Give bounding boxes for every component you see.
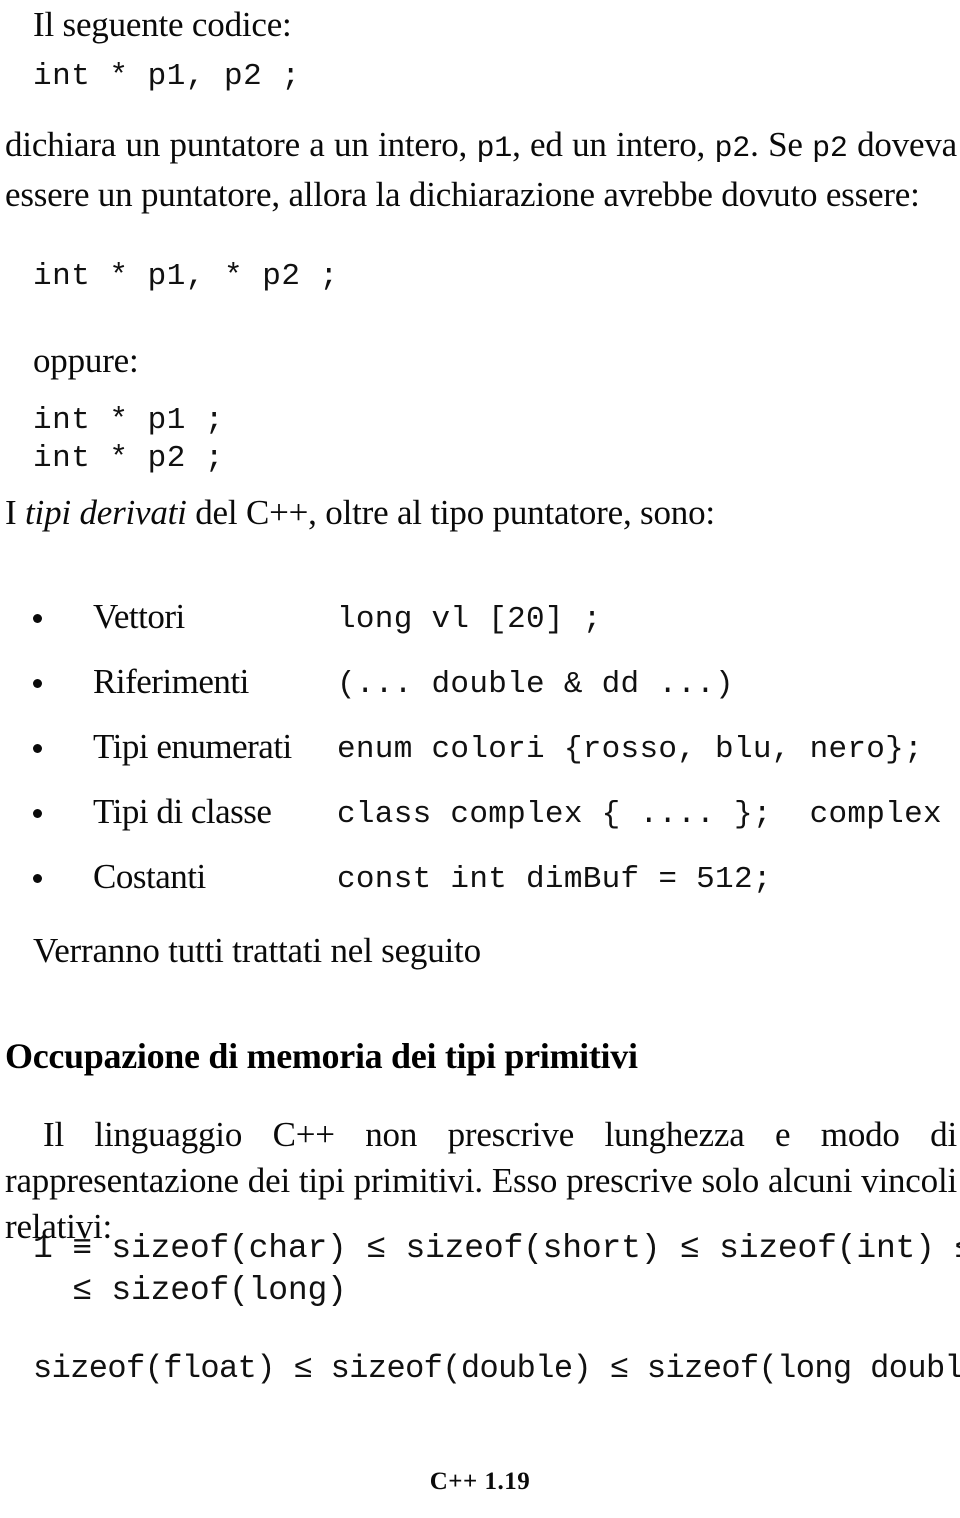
verranno-line: Verranno tutti trattati nel seguito — [33, 931, 481, 970]
list-item-label: Vettori — [93, 597, 185, 636]
list-item-label: Tipi enumerati — [93, 727, 292, 766]
inline-code-p2-b: p2 — [812, 132, 848, 166]
list-item-code: const int dimBuf = 512; — [337, 862, 772, 897]
formula-integral-line-2: ≤ sizeof(long) — [33, 1272, 347, 1309]
list-item: Riferimenti (... double & dd ...) — [0, 662, 960, 728]
formula-integral-sizes: 1 ≡ sizeof(char) ≤ sizeof(short) ≤ sizeo… — [33, 1228, 960, 1312]
derived-types-list: Vettori long vl [20] ; Riferimenti (... … — [0, 597, 960, 923]
bullet-dot-icon — [33, 809, 42, 818]
list-item: Tipi di classe class complex { .... }; c… — [0, 792, 960, 858]
slide-page: Il seguente codice: int * p1, p2 ; dichi… — [0, 0, 960, 1518]
section-heading: Occupazione di memoria dei tipi primitiv… — [5, 1036, 638, 1076]
oppure-line: oppure: — [33, 341, 139, 380]
bullet-dot-icon — [33, 679, 42, 688]
inline-code-p1: p1 — [476, 132, 513, 166]
code-block-declaration-3: int * p1 ; int * p2 ; — [33, 403, 225, 476]
list-item-code: long vl [20] ; — [337, 602, 602, 637]
list-item-label: Tipi di classe — [93, 792, 272, 831]
code-block-declaration-2: int * p1, * p2 ; — [33, 259, 339, 294]
bullet-dot-icon — [33, 874, 42, 883]
paragraph-dichiara: dichiara un puntatore a un intero, p1, e… — [5, 122, 957, 218]
dichiara-text-1: dichiara un puntatore a un intero, — [5, 125, 477, 164]
list-item-code: (... double & dd ...) — [337, 667, 734, 702]
derived-types-intro-line: I tipi derivati del C++, oltre al tipo p… — [5, 490, 945, 536]
formula-integral-line-1: 1 ≡ sizeof(char) ≤ sizeof(short) ≤ sizeo… — [33, 1230, 960, 1267]
derivati-text-1: I — [5, 493, 26, 532]
list-item-label: Costanti — [93, 857, 206, 896]
code-block-declaration-1: int * p1, p2 ; — [33, 59, 301, 94]
list-item-code: enum colori {rosso, blu, nero}; — [337, 732, 923, 767]
list-item: Costanti const int dimBuf = 512; — [0, 857, 960, 923]
list-item: Vettori long vl [20] ; — [0, 597, 960, 663]
intro-line: Il seguente codice: — [33, 5, 292, 44]
formula-floating-sizes: sizeof(float) ≤ sizeof(double) ≤ sizeof(… — [33, 1350, 960, 1387]
dichiara-text-3: . Se — [750, 125, 813, 164]
list-item-code: class complex { .... }; complex s, z; — [337, 797, 942, 832]
derivati-emphasis: tipi derivati — [25, 493, 187, 532]
bullet-dot-icon — [33, 614, 42, 623]
list-item-label: Riferimenti — [93, 662, 249, 701]
page-footer: C++ 1.19 — [429, 1468, 531, 1495]
dichiara-text-2: , ed un intero, — [512, 125, 715, 164]
inline-code-p2-a: p2 — [714, 132, 751, 166]
bullet-dot-icon — [33, 744, 42, 753]
list-item: Tipi enumerati enum colori {rosso, blu, … — [0, 727, 960, 793]
paragraph-linguaggio-text: Il linguaggio C++ non prescrive lunghezz… — [5, 1115, 957, 1246]
derivati-text-2: del C++, oltre al tipo puntatore, sono: — [186, 493, 715, 532]
